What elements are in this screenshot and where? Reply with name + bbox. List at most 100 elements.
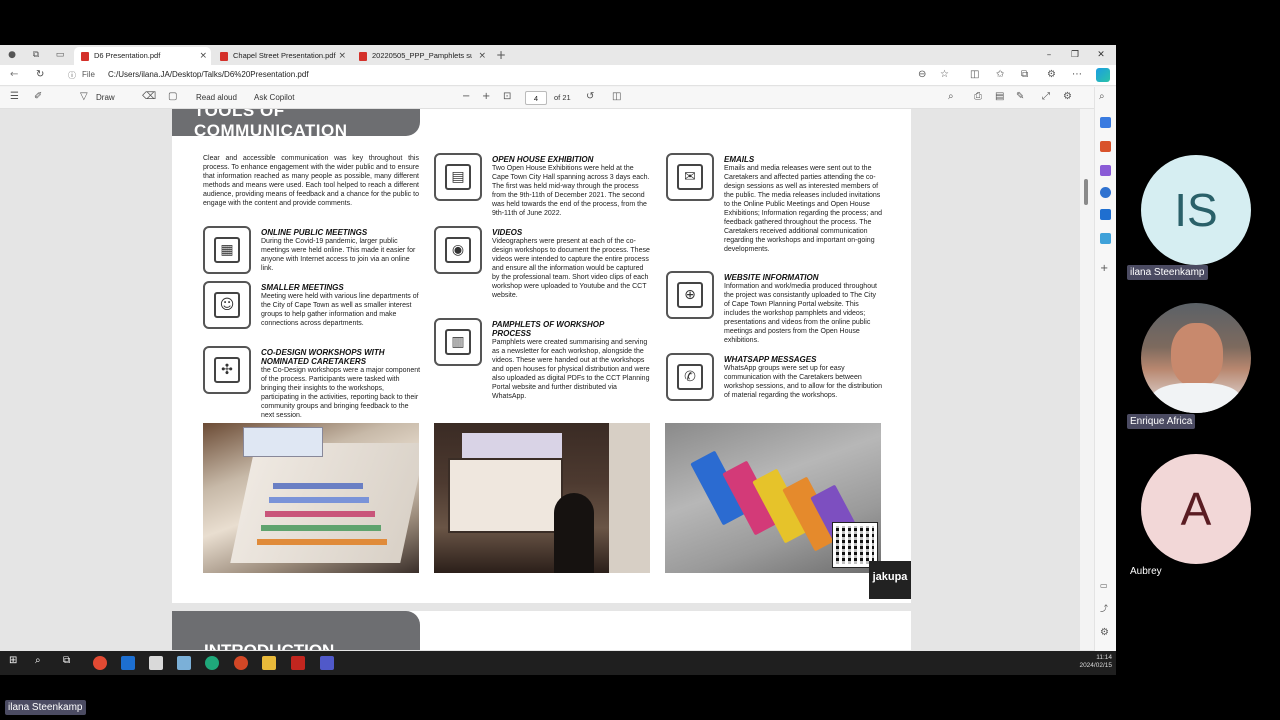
zoom-in-icon[interactable]: + <box>482 91 490 102</box>
favorite-star-icon[interactable]: ☆ <box>940 69 949 80</box>
tools-icon[interactable] <box>1100 141 1111 152</box>
outlook-icon[interactable] <box>121 656 135 670</box>
minimize-button[interactable]: – <box>1036 45 1062 65</box>
page-number-input[interactable]: 4 <box>525 91 547 105</box>
zoom-out-icon[interactable]: − <box>462 91 470 102</box>
item-emails: ✉ EMAILS Emails and media releases were … <box>666 153 886 263</box>
avatar-initials: A <box>1180 483 1212 535</box>
avatar[interactable]: A <box>1141 454 1251 564</box>
add-icon[interactable]: + <box>1100 263 1108 274</box>
intro-paragraph: Clear and accessible communication was k… <box>203 155 419 207</box>
exhibition-icon: ▤ <box>434 153 482 201</box>
contents-icon[interactable]: ☰ <box>10 91 19 102</box>
copilot-icon[interactable] <box>1096 68 1110 82</box>
acrobat-icon[interactable] <box>291 656 305 670</box>
zoom-icon[interactable]: ⊖ <box>918 69 926 80</box>
website-icon: ⊕ <box>666 271 714 319</box>
item-title: SMALLER MEETINGS <box>261 283 344 292</box>
fit-page-icon[interactable]: ⊡ <box>503 91 511 102</box>
games-icon[interactable] <box>1100 165 1111 176</box>
workshop-icon: ✣ <box>203 346 251 394</box>
draw-icon[interactable]: ▽ <box>80 91 88 102</box>
new-tab-button[interactable]: + <box>495 49 507 61</box>
chrome-icon[interactable] <box>93 656 107 670</box>
fullscreen-icon[interactable]: ⤢ <box>1042 91 1050 102</box>
clock-time: 11:14 <box>1096 654 1112 661</box>
pdf-icon <box>81 52 89 61</box>
settings-icon[interactable]: ⚙ <box>1100 627 1109 638</box>
workspaces-icon[interactable]: ⧉ <box>30 49 42 61</box>
ask-copilot-button[interactable]: Ask Copilot <box>254 93 294 102</box>
teams-icon[interactable] <box>320 656 334 670</box>
section-banner: INTRODUCTION <box>172 611 420 650</box>
item-title: OPEN HOUSE EXHIBITION <box>492 155 594 164</box>
avatar-photo[interactable] <box>1141 303 1251 413</box>
tab-d6-presentation[interactable]: D6 Presentation.pdf × <box>74 47 211 65</box>
back-icon[interactable]: ← <box>10 69 18 80</box>
section-banner: TOOLS OF COMMUNICATION <box>172 109 420 136</box>
draw-button[interactable]: Draw <box>96 93 115 102</box>
taskbar: ⊞ ⌕ ⧉ 11:14 2024/02/15 <box>0 651 1116 675</box>
profile-icon[interactable]: ● <box>6 49 18 61</box>
search-icon[interactable]: ⌕ <box>35 655 41 666</box>
file-label: File <box>82 70 95 79</box>
maximize-button[interactable]: ❐ <box>1062 45 1088 65</box>
more-icon[interactable]: ⋯ <box>1072 69 1082 80</box>
item-videos: ◉ VIDEOS Videographers were present at e… <box>434 226 654 311</box>
url-field[interactable]: C:/Users/ilana.JA/Desktop/Talks/D6%20Pre… <box>108 70 309 79</box>
close-icon[interactable]: × <box>478 47 486 65</box>
read-aloud-button[interactable]: Read aloud <box>196 93 237 102</box>
print-icon[interactable]: ⎙ <box>974 91 982 102</box>
favorites-icon[interactable]: ✩ <box>996 69 1004 80</box>
tab-bar: ● ⧉ ▭ D6 Presentation.pdf × Chapel Stree… <box>0 45 1116 65</box>
powerpoint-icon[interactable] <box>234 656 248 670</box>
file-explorer-icon[interactable] <box>262 656 276 670</box>
rotate-icon[interactable]: ↺ <box>586 91 594 102</box>
refresh-icon[interactable]: ↻ <box>36 69 44 80</box>
close-icon[interactable]: × <box>338 47 346 65</box>
shopping-icon[interactable] <box>1100 117 1111 128</box>
task-view-icon[interactable]: ⧉ <box>63 655 70 666</box>
pdf-viewer[interactable]: TOOLS OF COMMUNICATION Clear and accessi… <box>0 109 1080 650</box>
microsoft365-icon[interactable] <box>1100 187 1111 198</box>
vertical-scrollbar[interactable] <box>1080 109 1094 645</box>
tab-chapel-street[interactable]: Chapel Street Presentation.pdf × <box>213 47 350 65</box>
calendar-icon[interactable] <box>149 656 163 670</box>
eraser-icon[interactable]: ⌫ <box>142 91 156 102</box>
snipping-icon[interactable] <box>177 656 191 670</box>
collections-icon[interactable]: ⧉ <box>1021 69 1028 80</box>
text-icon[interactable]: ▢ <box>168 91 177 102</box>
item-open-house-exhibition: ▤ OPEN HOUSE EXHIBITION Two Open House E… <box>434 153 654 223</box>
item-website-information: ⊕ WEBSITE INFORMATION Information and wo… <box>666 271 886 344</box>
tab-actions-icon[interactable]: ▭ <box>54 49 66 61</box>
extensions-icon[interactable]: ⚙ <box>1047 69 1056 80</box>
info-icon[interactable]: ⓘ <box>68 70 76 81</box>
close-window-button[interactable]: ✕ <box>1088 45 1114 65</box>
participant-name: ilana Steenkamp <box>1127 265 1208 280</box>
highlight-icon[interactable]: ✐ <box>34 91 42 102</box>
banner-title: INTRODUCTION <box>204 641 334 650</box>
edge-icon[interactable] <box>205 656 219 670</box>
search-icon[interactable]: ⌕ <box>1099 91 1105 102</box>
page-view-icon[interactable]: ◫ <box>612 91 621 102</box>
avatar[interactable]: IS <box>1141 155 1251 265</box>
settings-icon[interactable]: ⚙ <box>1063 91 1072 102</box>
pdf-toolbar: ☰ ✐ ▽ Draw ⌫ ▢ Read aloud Ask Copilot − … <box>0 87 1094 109</box>
item-body: Information and work/media produced thro… <box>724 283 877 344</box>
search-icon[interactable]: ⌕ <box>948 91 954 102</box>
split-screen-icon[interactable]: ◫ <box>970 69 979 80</box>
save-as-icon[interactable]: ✎ <box>1016 91 1024 102</box>
save-icon[interactable]: ▤ <box>995 91 1004 102</box>
send-icon[interactable] <box>1100 233 1111 244</box>
clock[interactable]: 11:14 2024/02/15 <box>1079 654 1112 670</box>
scroll-thumb[interactable] <box>1084 179 1088 205</box>
external-icon[interactable]: ⤴ <box>1100 603 1108 614</box>
outlook-icon[interactable] <box>1100 209 1111 220</box>
laptop-icon: ▦ <box>203 226 251 274</box>
sidebar-toggle-icon[interactable]: ▭ <box>1100 581 1108 590</box>
start-icon[interactable]: ⊞ <box>9 655 17 666</box>
tab-pamphlets[interactable]: 20220505_PPP_Pamphlets summ × <box>352 47 490 65</box>
company-logo: jakupa <box>869 561 911 599</box>
participant-name: Aubrey <box>1130 566 1162 577</box>
close-icon[interactable]: × <box>199 47 207 65</box>
